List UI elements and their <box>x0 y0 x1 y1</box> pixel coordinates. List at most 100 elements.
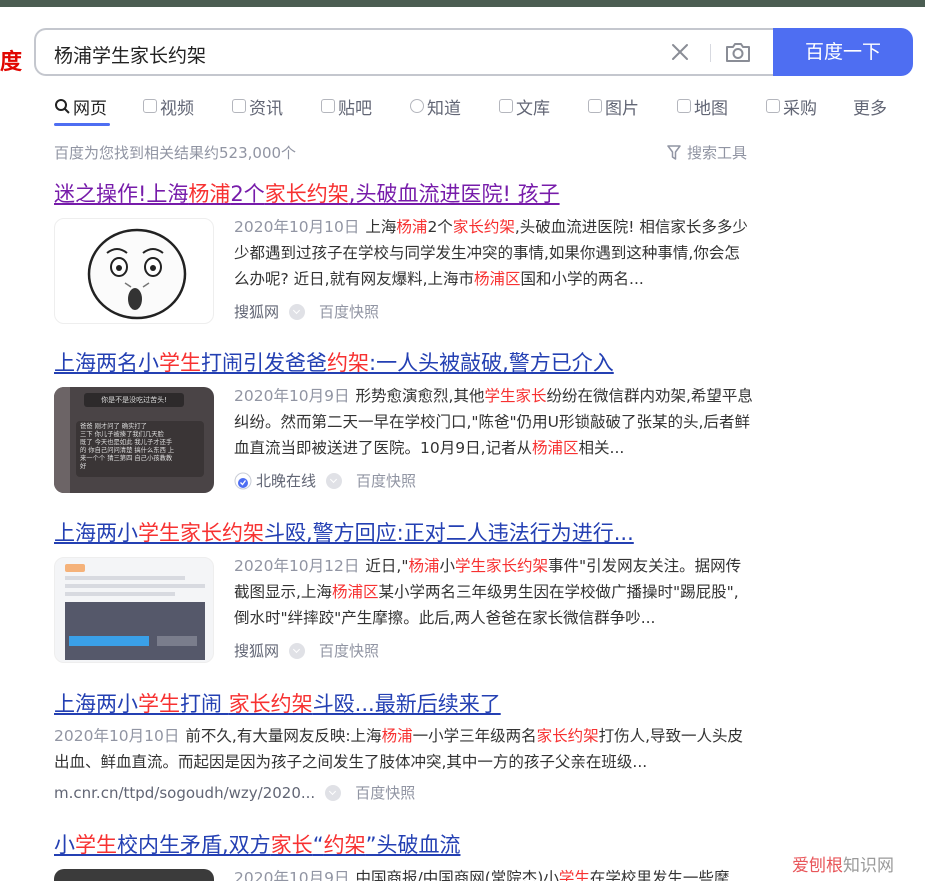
title-text: 斗殴,警方回应:正对二人违法行为进行... <box>264 521 634 545</box>
body-highlight: 杨浦区 <box>474 270 521 288</box>
result-abstract: 2020年10月10日 上海杨浦2个家长约架,头破血流进医院! 相信家长多多少少都… <box>234 214 754 292</box>
tab-label: 地图 <box>694 98 728 119</box>
result-thumbnail[interactable] <box>54 869 214 881</box>
question-icon <box>410 99 424 113</box>
title-text: 2个 <box>230 182 265 206</box>
result-thumbnail[interactable] <box>54 557 214 663</box>
result-source: 搜狐网 百度快照 <box>234 301 379 322</box>
tab-images[interactable]: 图片 <box>588 92 639 120</box>
active-tab-indicator <box>54 123 110 126</box>
result-source: 北晚在线 百度快照 <box>234 470 416 491</box>
tab-purchase[interactable]: 采购 <box>766 92 817 120</box>
thumb-line: 既了 今天也是如此 我儿子才还手 <box>80 439 173 446</box>
chevron-down-icon[interactable] <box>325 784 342 801</box>
snapshot-link[interactable]: 百度快照 <box>356 470 416 491</box>
result-date: 2020年10月9日 <box>234 387 350 405</box>
source-name[interactable]: 搜狐网 <box>234 640 279 661</box>
filter-icon <box>667 144 681 160</box>
search-result: 小学生校内生矛盾,双方家长“约架”头破血流 2020年10月9日 中国商报/中国商… <box>54 829 754 881</box>
body-text: 相关... <box>578 439 625 457</box>
body-highlight: 杨浦区 <box>331 583 379 601</box>
tab-label: 知道 <box>427 98 461 119</box>
search-result: 迷之操作!上海杨浦2个家长约架,头破血流进医院! 孩子 2020年10月10日上… <box>54 178 754 328</box>
title-text: :一人头被敲破,警方已介入 <box>369 351 614 375</box>
snapshot-link[interactable]: 百度快照 <box>355 782 415 803</box>
body-text: 前不久,有大量网友反映:上海 <box>185 727 382 745</box>
result-abstract: 2020年10月9日 中国商报/中国商网(常院杰)小学生在学校里发生一些摩 <box>234 865 754 881</box>
close-icon[interactable] <box>668 40 692 64</box>
search-divider <box>710 44 711 62</box>
search-result: 上海两小学生家长约架斗殴,警方回应:正对二人违法行为进行... 2020年10月… <box>54 517 754 667</box>
source-name[interactable]: 北晚在线 <box>256 470 316 491</box>
tab-news[interactable]: 资讯 <box>232 92 283 120</box>
thumbnail-bubble: 你是不是没吃过苦头! <box>84 393 184 407</box>
title-highlight: 约架 <box>327 351 369 375</box>
thumb-chat-bubble <box>69 636 149 646</box>
thumbnail-blur <box>54 387 70 493</box>
tab-map[interactable]: 地图 <box>677 92 728 120</box>
chevron-down-icon[interactable] <box>289 642 306 659</box>
search-tools-button[interactable]: 搜索工具 <box>667 142 747 163</box>
body-highlight: 学生家长 <box>484 387 547 405</box>
search-icon <box>55 99 70 114</box>
baidu-logo[interactable]: 度 <box>0 44 22 76</box>
body-highlight: 学生家长约架 <box>455 557 549 575</box>
result-abstract: 2020年10月12日 近日,"杨浦小学生家长约架事件"引发网友关注。据网传截图显… <box>234 553 754 631</box>
snapshot-link[interactable]: 百度快照 <box>319 301 379 322</box>
search-button[interactable]: 百度一下 <box>773 28 913 76</box>
tab-more[interactable]: 更多 <box>853 92 887 120</box>
thumb-line <box>65 592 175 596</box>
result-title-link[interactable]: 上海两小学生打闹 家长约架斗殴...最新后续来了 <box>54 688 501 718</box>
snapshot-link[interactable]: 百度快照 <box>319 640 379 661</box>
tab-web[interactable]: 网页 <box>54 92 107 120</box>
result-title-link[interactable]: 迷之操作!上海杨浦2个家长约架,头破血流进医院! 孩子 <box>54 178 560 208</box>
search-input[interactable]: 杨浦学生家长约架 <box>54 41 206 68</box>
body-text: 一小学三年级两名 <box>412 727 537 745</box>
result-thumbnail[interactable]: 你是不是没吃过苦头! 爸爸 刚才问了 确实打了 三下 你儿子被揍了我们几天脸 既… <box>54 387 214 493</box>
news-icon <box>232 99 246 113</box>
result-date: 2020年10月10日 <box>54 727 180 745</box>
body-highlight: 学生 <box>558 869 590 881</box>
source-url[interactable]: m.cnr.cn/ttpd/sogoudh/wzy/2020... <box>54 784 315 802</box>
result-abstract: 2020年10月9日 形势愈演愈烈,其他学生家长纷纷在微信群内劝架,希望平息纠纷。… <box>234 383 754 461</box>
thumb-line <box>65 576 185 580</box>
body-text: 形势愈演愈烈,其他 <box>355 387 485 405</box>
top-window-bar <box>0 0 925 7</box>
tab-wenku[interactable]: 文库 <box>499 92 550 120</box>
title-text: 上海两小 <box>54 692 138 716</box>
thumb-line: 爸爸 刚才问了 确实打了 <box>80 423 147 430</box>
body-highlight: 杨浦区 <box>532 439 579 457</box>
cart-icon <box>766 99 780 113</box>
tab-label: 贴吧 <box>338 98 372 119</box>
watermark-brand: 爱刨根 <box>792 856 843 876</box>
result-title-link[interactable]: 上海两小学生家长约架斗殴,警方回应:正对二人违法行为进行... <box>54 517 634 547</box>
body-text: 上海 <box>365 218 397 236</box>
result-source: m.cnr.cn/ttpd/sogoudh/wzy/2020... 百度快照 <box>54 782 415 803</box>
body-text: 小 <box>439 557 455 575</box>
search-box[interactable]: 杨浦学生家长约架 <box>34 28 774 76</box>
result-thumbnail[interactable] <box>54 218 214 324</box>
source-name[interactable]: 搜狐网 <box>234 301 279 322</box>
tab-label: 网页 <box>73 98 107 119</box>
tab-zhidao[interactable]: 知道 <box>410 92 461 120</box>
result-source: 搜狐网 百度快照 <box>234 640 379 661</box>
tab-label: 文库 <box>516 98 550 119</box>
thumb-screenshot <box>65 602 205 660</box>
body-text: 中国商报/中国商网(常院杰)小 <box>355 869 559 881</box>
tab-tieba[interactable]: 贴吧 <box>321 92 372 120</box>
title-highlight: 杨浦 <box>188 182 231 206</box>
image-icon <box>588 99 602 113</box>
tab-label: 视频 <box>160 98 194 119</box>
body-highlight: 杨浦 <box>396 218 428 236</box>
body-highlight: 杨浦 <box>381 727 413 745</box>
result-title-link[interactable]: 小学生校内生矛盾,双方家长“约架”头破血流 <box>54 829 460 859</box>
thumb-line: 的 你自己问问清楚 搞什么东西 上 <box>80 447 175 454</box>
result-count: 百度为您找到相关结果约523,000个 <box>54 144 297 162</box>
chevron-down-icon[interactable] <box>289 303 306 320</box>
chevron-down-icon[interactable] <box>326 472 343 489</box>
body-text: 2个 <box>427 218 453 236</box>
title-text: 迷之操作!上海 <box>54 182 189 206</box>
result-title-link[interactable]: 上海两名小学生打闹引发爸爸约架:一人头被敲破,警方已介入 <box>54 347 614 377</box>
tab-video[interactable]: 视频 <box>143 92 194 120</box>
camera-icon[interactable] <box>724 39 752 65</box>
